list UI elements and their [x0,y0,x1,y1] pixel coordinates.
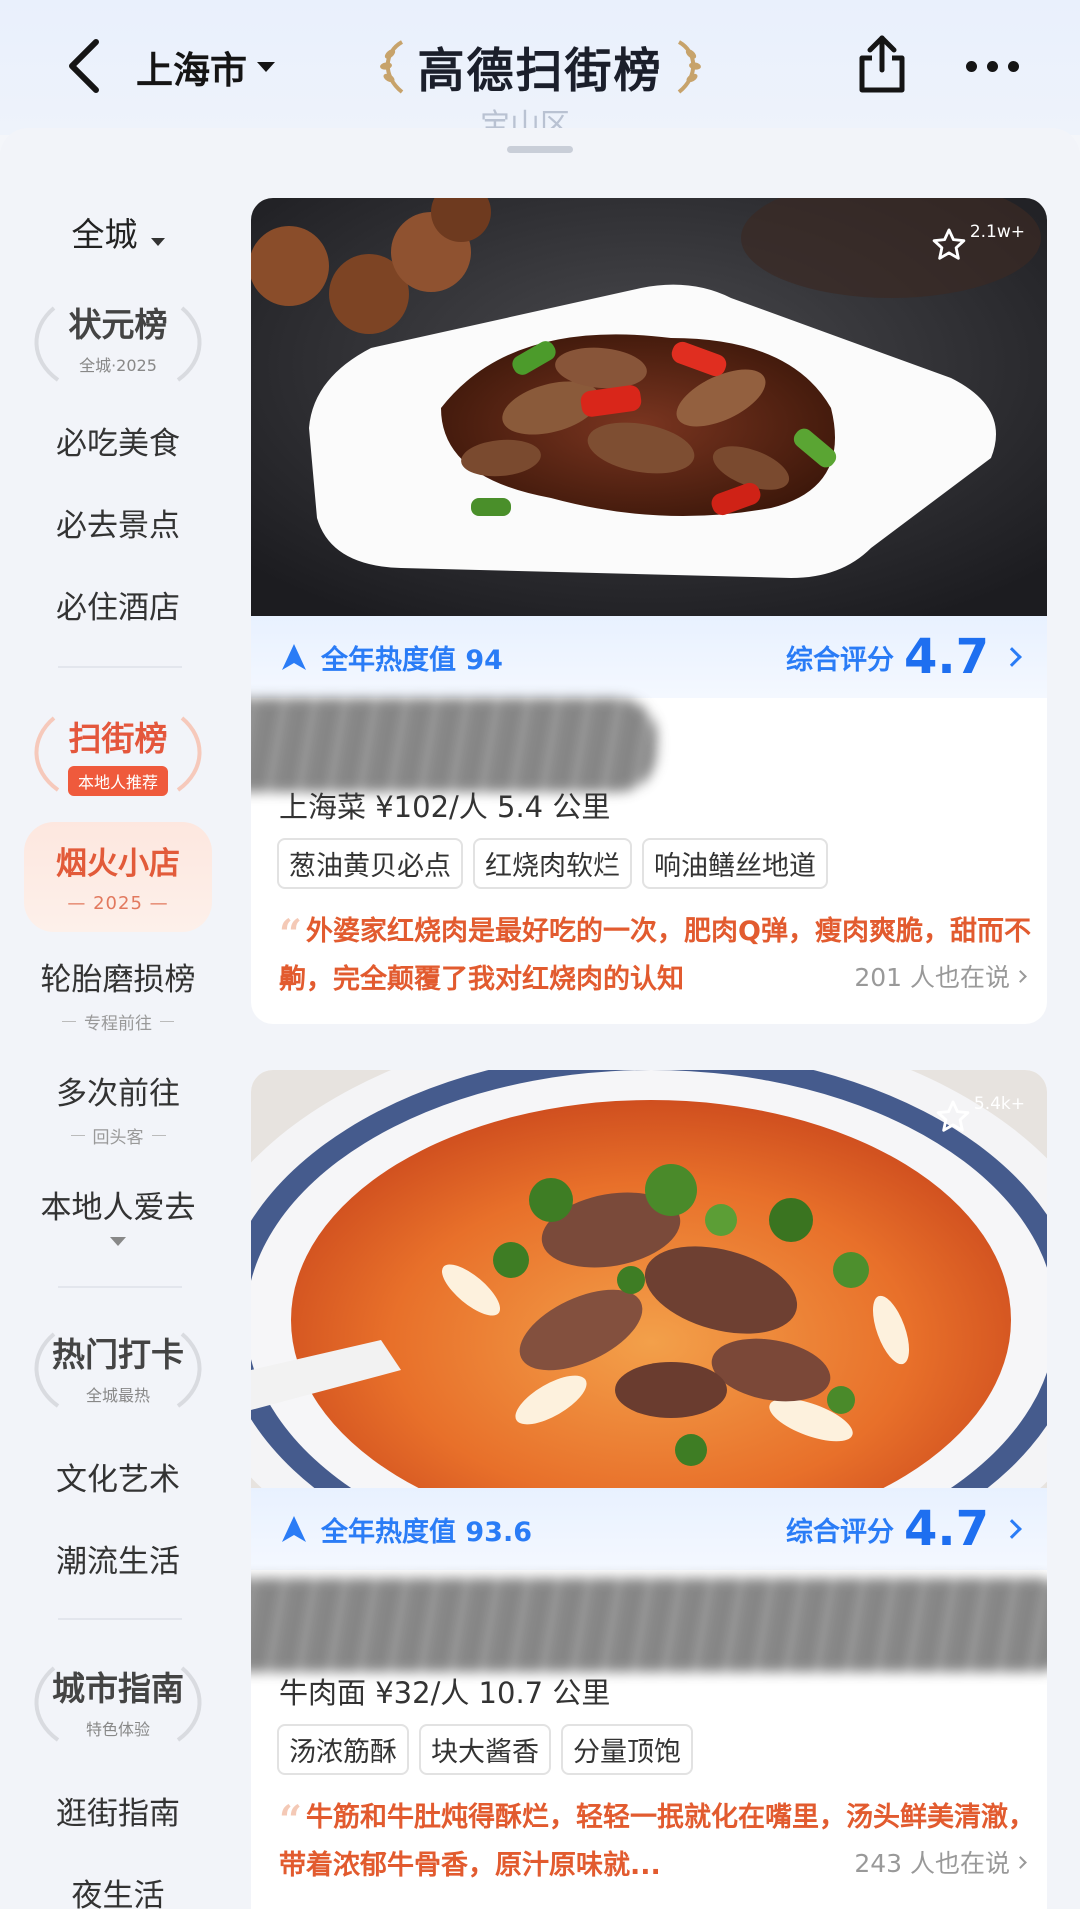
review-count-link[interactable]: 243 人也在说 [842,1844,1027,1880]
nav-badge-chengshi[interactable]: 城市指南 特色体验 [24,1662,212,1742]
nav-item-wenhua[interactable]: 文化艺术 [0,1454,236,1499]
laurel-wreath-icon [34,1332,202,1408]
share-icon[interactable] [852,32,912,96]
laurel-wreath-icon [34,716,202,792]
top-bar: 上海市 高德扫街榜 宝山区 [0,0,1080,143]
city-label: 上海市 [136,49,247,92]
tag[interactable]: 汤浓筋酥 [277,1724,409,1775]
favorite-button[interactable]: 5.4k+ [934,1094,1025,1136]
score-label: 综合评分 [785,1516,894,1548]
nav-item-label: 烟火小店 [56,846,180,882]
quote-mark-icon: “ [279,1797,303,1844]
chevron-right-icon [1002,647,1022,667]
scope-selector[interactable]: 全城 [0,208,236,256]
heat-value: 全年热度值 94 [321,644,503,676]
chevron-down-icon [257,62,275,72]
favorite-count: 2.1w+ [969,222,1025,242]
laurel-right-icon [677,40,701,94]
nav-divider [58,666,182,668]
brand-logo: 高德扫街榜 [360,30,720,102]
heat-value: 全年热度值 93.6 [321,1516,533,1548]
review-count: 243 人也在说 [854,1849,1010,1878]
heat-score-row[interactable]: 全年热度值 94 综合评分 4.7 [251,616,1047,698]
nav-badge-remen[interactable]: 热门打卡 全城最热 [24,1328,212,1408]
navigation-arrow-icon [282,644,306,670]
favorite-count: 5.4k+ [973,1094,1025,1114]
nav-item-label: 多次前往 [56,1076,180,1112]
nav-item-yeshenghuo[interactable]: 夜生活 [0,1870,236,1909]
laurel-wreath-icon [34,1666,202,1742]
side-nav: 全城 状元榜 全城·2025 必吃美食 必去景点 必住酒店 扫街榜 本地人推荐 … [0,128,236,1909]
chevron-right-icon [1014,969,1027,983]
redacted-restaurant-name [251,698,657,792]
restaurant-meta: 牛肉面 ¥32/人 10.7 公里 [279,1676,611,1710]
nav-divider [58,1286,182,1288]
nav-item-sub: 专程前往 [62,1009,174,1034]
scope-label: 全城 [71,215,138,254]
chevron-down-icon [110,1237,126,1246]
sheet-grabber[interactable] [507,146,573,153]
restaurant-photo[interactable]: 5.4k+ [251,1070,1047,1488]
nav-item-guangjie[interactable]: 逛街指南 [0,1788,236,1833]
tag[interactable]: 葱油黄贝必点 [277,838,463,889]
restaurant-meta: 上海菜 ¥102/人 5.4 公里 [279,790,611,824]
score-value: 4.7 [903,629,989,685]
nav-item-label: 本地人爱去 [40,1190,196,1226]
nav-item-label: 轮胎磨损榜 [40,962,196,998]
back-icon[interactable] [62,36,110,96]
chevron-down-icon [150,237,165,246]
restaurant-card[interactable]: 2.1w+ 全年热度值 94 综合评分 4.7 上海菜 ¥102/人 5.4 公… [251,198,1047,1024]
score-label: 综合评分 [785,644,894,676]
nav-item-label: 夜生活 [71,1878,165,1909]
tag[interactable]: 分量顶饱 [561,1724,693,1775]
nav-item-label: 必住酒店 [56,590,180,626]
nav-divider [58,1618,182,1620]
nav-badge-zhuangyuan[interactable]: 状元榜 全城·2025 [24,298,212,382]
nav-item-biqu[interactable]: 必去景点 [0,500,236,545]
tag-list: 汤浓筋酥 块大酱香 分量顶饱 [277,1724,693,1775]
restaurant-photo[interactable]: 2.1w+ [251,198,1047,616]
nav-item-bichi[interactable]: 必吃美食 [0,418,236,463]
brand-title: 高德扫街榜 [417,43,663,99]
city-selector[interactable]: 上海市 [136,42,275,92]
heat-score-row[interactable]: 全年热度值 93.6 综合评分 4.7 [251,1488,1047,1570]
nav-item-bizhu[interactable]: 必住酒店 [0,582,236,627]
restaurant-card[interactable]: 5.4k+ 全年热度值 93.6 综合评分 4.7 牛肉面 ¥32/人 10.7… [251,1070,1047,1909]
chevron-right-icon [1002,1519,1022,1539]
tag[interactable]: 块大酱香 [419,1724,551,1775]
nav-item-sub: — 2025 — [67,893,169,914]
nav-item-duoci[interactable]: 多次前往 回头客 [0,1068,236,1148]
redacted-restaurant-name [251,1578,1047,1672]
nav-item-label: 潮流生活 [56,1544,180,1580]
star-icon [932,228,966,260]
score-value: 4.7 [903,1501,989,1557]
chevron-right-icon [1014,1855,1027,1869]
review-count-link[interactable]: 201 人也在说 [842,958,1027,994]
navigation-arrow-icon [282,1516,306,1542]
nav-item-label: 文化艺术 [56,1462,180,1498]
tag[interactable]: 响油鳝丝地道 [642,838,828,889]
bottom-sheet: 全城 状元榜 全城·2025 必吃美食 必去景点 必住酒店 扫街榜 本地人推荐 … [0,128,1080,1909]
nav-item-label: 必吃美食 [56,426,180,462]
more-icon[interactable] [966,54,1020,78]
tag-list: 葱油黄贝必点 红烧肉软烂 响油鳝丝地道 [277,838,828,889]
nav-item-label: 必去景点 [56,508,180,544]
quote-mark-icon: “ [279,911,303,958]
nav-item-luntai[interactable]: 轮胎磨损榜 专程前往 [0,954,236,1034]
nav-item-bendi[interactable]: 本地人爱去 [0,1182,236,1246]
star-icon [936,1100,970,1132]
review-count: 201 人也在说 [854,963,1010,992]
laurel-wreath-icon [34,306,202,382]
favorite-button[interactable]: 2.1w+ [930,222,1025,264]
nav-item-label: 逛街指南 [56,1796,180,1832]
nav-item-sub: 回头客 [71,1123,166,1148]
nav-badge-saojie[interactable]: 扫街榜 本地人推荐 [24,712,212,796]
nav-item-chaoliu[interactable]: 潮流生活 [0,1536,236,1581]
tag[interactable]: 红烧肉软烂 [473,838,632,889]
laurel-left-icon [379,40,403,94]
nav-item-yanhuo[interactable]: 烟火小店 — 2025 — [0,838,236,914]
